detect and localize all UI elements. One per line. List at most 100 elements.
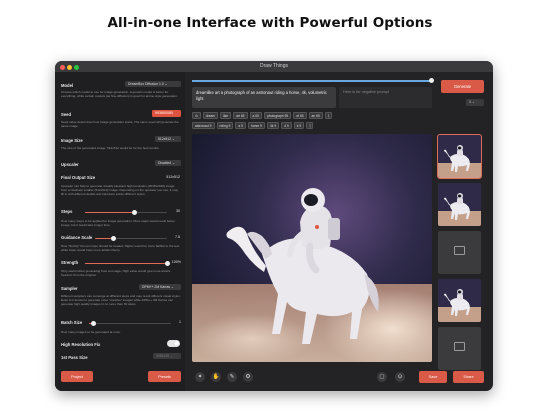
sampler-select[interactable]: DPM++ 2M Karras ⌄ <box>139 284 181 290</box>
seed-description: Seed value determines how image generati… <box>61 120 179 129</box>
progress-slider-fill <box>192 80 432 82</box>
generate-button-label: Generate <box>453 84 472 89</box>
batch-slider[interactable] <box>89 320 171 326</box>
hires-fix-label: High Resolution Fix <box>61 342 101 347</box>
steps-label: Steps <box>61 209 73 214</box>
app-window: Draw Things Model DreamBox Diffusion 1.0… <box>55 61 493 391</box>
prompt-token[interactable]: like <box>220 112 232 119</box>
generated-image-canvas[interactable] <box>192 134 432 362</box>
prompt-token[interactable]: a 65 <box>249 112 262 119</box>
save-button[interactable]: Save <box>419 371 447 383</box>
history-thumbnail[interactable] <box>437 134 482 179</box>
project-button[interactable]: Project <box>61 371 93 382</box>
batch-value: 1 <box>179 320 181 324</box>
batch-description: How many images to be generated at once. <box>61 330 121 334</box>
guidance-label: Guidance Scale <box>61 235 93 240</box>
seed-label: Seed <box>61 112 72 117</box>
progress-slider-knob[interactable] <box>429 78 434 83</box>
steps-slider-fill <box>85 211 135 214</box>
seed-input[interactable]: 993690080 <box>152 110 181 117</box>
prompt-token[interactable]: ⌉ <box>324 112 333 119</box>
hires-fix-toggle[interactable] <box>167 340 180 347</box>
image-size-select[interactable]: 512x512 ⌄ <box>155 136 181 142</box>
prompt-tokens-row-1: ⊙ dream like art 65 a 65 photograph 95 of 65 an… <box>192 112 333 119</box>
steps-slider[interactable] <box>85 209 167 215</box>
progress-slider[interactable] <box>192 78 434 83</box>
prompt-token[interactable]: 4 9 <box>281 122 292 129</box>
presets-button-label: Presets <box>158 374 171 379</box>
guidance-description: How "Strictly" the text input should be … <box>61 244 180 253</box>
strength-label: Strength <box>61 260 79 265</box>
final-output-description: Upscaler can help to generate visually p… <box>61 184 179 197</box>
layers-icon[interactable]: ▢ <box>377 372 387 382</box>
save-button-label: Save <box>428 375 438 379</box>
model-label: Model <box>61 83 74 88</box>
settings-tool-icon[interactable]: ⚙ <box>243 372 253 382</box>
image-placeholder-icon <box>454 342 465 351</box>
magic-tool-icon[interactable]: ✦ <box>195 372 205 382</box>
image-size-description: The size of the generated image. 512x512… <box>61 146 160 150</box>
image-placeholder-icon <box>454 246 465 255</box>
brush-tool-icon[interactable]: ✎ <box>227 372 237 382</box>
title-bar: Draw Things <box>55 61 493 72</box>
sampler-label: Sampler <box>61 286 78 291</box>
strength-value: 100% <box>171 260 181 264</box>
image-count-select[interactable]: 1 ⌄ <box>466 99 484 106</box>
settings-sidebar: Model DreamBox Diffusion 1.0 ⌄ Choose wh… <box>55 72 185 391</box>
prompt-token[interactable]: dream <box>202 112 219 119</box>
first-pass-label: 1st Pass Size <box>61 355 88 360</box>
prompt-token[interactable]: horse 9 <box>247 122 265 129</box>
prompt-token[interactable]: ⌉ <box>306 122 314 129</box>
generate-button[interactable]: Generate <box>441 80 484 93</box>
prompt-token[interactable]: an 65 <box>308 112 323 119</box>
empty-thumbnail[interactable] <box>438 231 481 274</box>
prompt-token[interactable]: of 65 <box>293 112 307 119</box>
guidance-value: 7.5 <box>175 235 180 239</box>
camera-icon[interactable]: ⊙ <box>395 372 405 382</box>
empty-thumbnail[interactable] <box>438 327 481 370</box>
final-output-value: 512x512 <box>166 175 180 179</box>
upscaler-label: Upscaler <box>61 162 79 167</box>
strength-description: Only useful when generating from an imag… <box>61 269 171 278</box>
prompt-tokens-row-2: astronaut 9 riding 9a 9 horse 9 4k 94 9k 9 ⌉ <box>192 122 314 129</box>
batch-slider-knob[interactable] <box>90 320 96 326</box>
batch-label: Batch Size <box>61 320 83 325</box>
presets-button[interactable]: Presets <box>148 371 181 382</box>
window-title: Draw Things <box>260 62 288 69</box>
first-pass-select[interactable]: 448x448 ⌄ <box>153 353 181 359</box>
prompt-token[interactable]: photograph 95 <box>263 112 292 119</box>
guidance-slider-knob[interactable] <box>110 235 116 241</box>
prompt-token[interactable]: ⊙ <box>192 112 201 119</box>
prompt-token[interactable]: k 9 <box>293 122 305 129</box>
guidance-slider[interactable] <box>95 235 167 241</box>
share-button-label: Share <box>463 375 474 379</box>
image-size-label: Image Size <box>61 138 83 143</box>
prompt-token[interactable]: a 9 <box>235 122 246 129</box>
prompt-token[interactable]: astronaut 9 <box>192 122 215 129</box>
strength-slider[interactable] <box>85 260 170 266</box>
model-description: Choose which model to use for image gene… <box>61 90 178 99</box>
astronaut-thumbnail-image <box>438 135 481 178</box>
history-thumbnail[interactable] <box>438 279 481 322</box>
history-thumbnail[interactable] <box>438 183 481 226</box>
prompt-token[interactable]: riding 9 <box>216 122 234 129</box>
prompt-token[interactable]: art 65 <box>233 112 248 119</box>
astronaut-thumbnail-image <box>438 183 481 226</box>
prompt-token[interactable]: 4k 9 <box>266 122 280 129</box>
strength-slider-fill <box>85 262 167 265</box>
model-select[interactable]: DreamBox Diffusion 1.0 ⌄ <box>125 81 181 87</box>
hand-tool-icon[interactable]: ✋ <box>211 372 221 382</box>
share-button[interactable]: Share <box>453 371 484 383</box>
negative-prompt-input[interactable]: Here is for negative prompt <box>339 87 432 108</box>
upscaler-select[interactable]: Disabled ⌄ <box>155 160 181 166</box>
steps-value: 30 <box>176 209 180 213</box>
project-button-label: Project <box>71 374 83 379</box>
steps-slider-knob[interactable] <box>131 209 137 215</box>
final-output-label: Final Output Size <box>61 175 96 180</box>
astronaut-thumbnail-image <box>438 279 481 322</box>
headline: All-in-one Interface with Powerful Optio… <box>107 15 433 31</box>
sampler-description: Different samplers can converge at diffe… <box>61 294 181 307</box>
prompt-input[interactable]: dreamlike art a photograph of an astrona… <box>192 87 336 108</box>
steps-description: How many steps to be applied for image g… <box>61 219 175 228</box>
astronaut-horse-image <box>192 134 432 362</box>
